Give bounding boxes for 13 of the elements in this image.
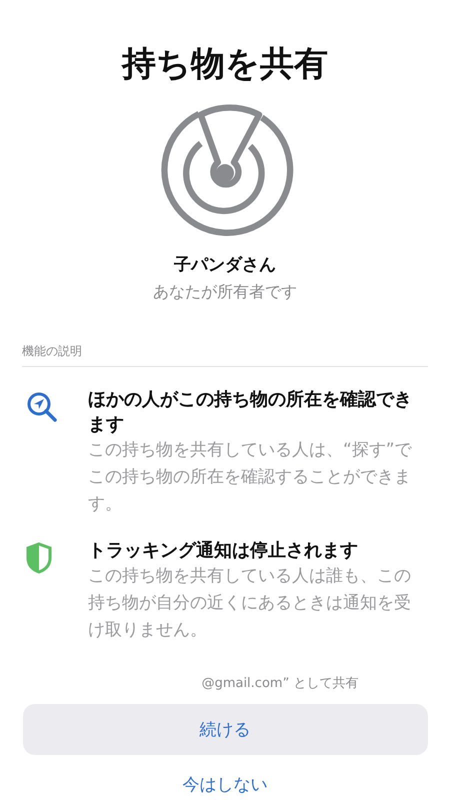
not-now-button[interactable]: 今はしない	[174, 769, 276, 800]
item-name: 子パンダさん	[174, 254, 276, 276]
search-icon	[26, 390, 58, 423]
feature-description: この持ち物を共有している人は、“探す”でこの持ち物の所在を確認することができます。	[88, 438, 413, 516]
shield-icon	[26, 542, 52, 574]
feature-title: ほかの人がこの持ち物の所在を確認できます	[88, 388, 413, 437]
screen-title: 持ち物を共有	[122, 43, 328, 86]
continue-button[interactable]: 続ける	[22, 704, 428, 755]
share-account-label: @gmail.com” として共有	[200, 674, 358, 692]
section-header: 機能の説明	[22, 342, 428, 367]
owner-label: あなたが所有者です	[153, 282, 297, 303]
feature-description: この持ち物を共有している人は誰も、この持ち物が自分の近くにあるときは通知を受け取りません。	[88, 564, 412, 642]
feature-title: トラッキング通知は停止されます	[88, 538, 359, 563]
